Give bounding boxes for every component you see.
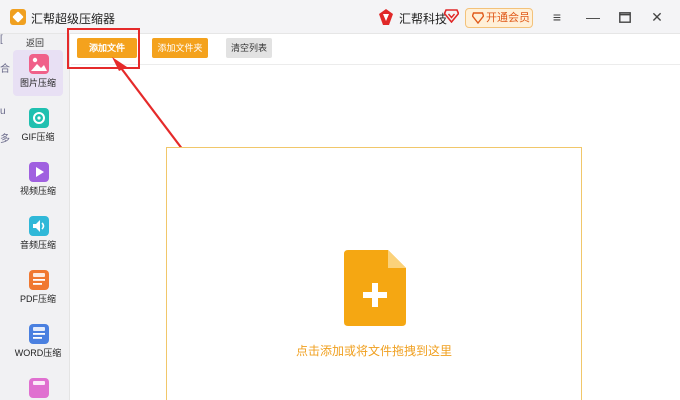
sidebar-item-label: 图片压缩 — [19, 78, 56, 88]
maximize-icon — [619, 12, 631, 23]
vip-diamond-icon — [472, 12, 484, 24]
app-logo-icon — [10, 9, 26, 25]
sidebar-item-pdf[interactable]: PDF压缩 — [13, 266, 63, 312]
maximize-button[interactable] — [614, 7, 636, 27]
edge-glyph: 合 — [0, 64, 10, 75]
sidebar-item-word[interactable]: WORD压缩 — [13, 320, 63, 366]
sidebar-item-label: 音频压缩 — [19, 240, 56, 250]
word-icon — [29, 324, 49, 344]
sidebar-item-label: GIF压缩 — [21, 132, 55, 142]
vip-button-label: 开通会员 — [486, 12, 530, 24]
add-file-icon[interactable] — [344, 250, 406, 326]
sidebar-item-image[interactable]: 图片压缩 — [13, 50, 63, 96]
sidebar-item-label: PDF压缩 — [19, 294, 56, 304]
sidebar-item-gif[interactable]: GIF压缩 — [13, 104, 63, 150]
brand-logo-icon — [379, 9, 393, 25]
video-icon — [29, 162, 49, 182]
ppt-icon — [29, 378, 49, 398]
sidebar-item-audio[interactable]: 音频压缩 — [13, 212, 63, 258]
vip-button[interactable]: 开通会员 — [465, 8, 533, 28]
drop-hint-text[interactable]: 点击添加或将文件拖拽到这里 — [166, 342, 582, 359]
sidebar-item-label: 视频压缩 — [19, 186, 56, 196]
back-link[interactable]: 返回 — [0, 36, 70, 49]
close-button[interactable]: ✕ — [646, 7, 668, 27]
sidebar-item-ppt[interactable] — [13, 374, 63, 400]
sidebar-item-video[interactable]: 视频压缩 — [13, 158, 63, 204]
brand-name: 汇帮科技 — [399, 12, 448, 26]
diamond-icon[interactable] — [444, 9, 459, 23]
image-icon — [29, 54, 49, 74]
audio-icon — [29, 216, 49, 236]
gif-icon — [29, 108, 49, 128]
sidebar-item-label: WORD压缩 — [14, 348, 62, 358]
menu-button[interactable]: ≡ — [546, 7, 568, 27]
add-folder-button[interactable]: 添加文件夹 — [152, 38, 208, 58]
minimize-button[interactable]: — — [582, 7, 604, 27]
edge-glyph: u — [0, 106, 6, 117]
pdf-icon — [29, 270, 49, 290]
app-title: 汇帮超级压缩器 — [31, 12, 116, 26]
clear-list-button[interactable]: 清空列表 — [226, 38, 272, 58]
highlight-box — [67, 28, 140, 69]
